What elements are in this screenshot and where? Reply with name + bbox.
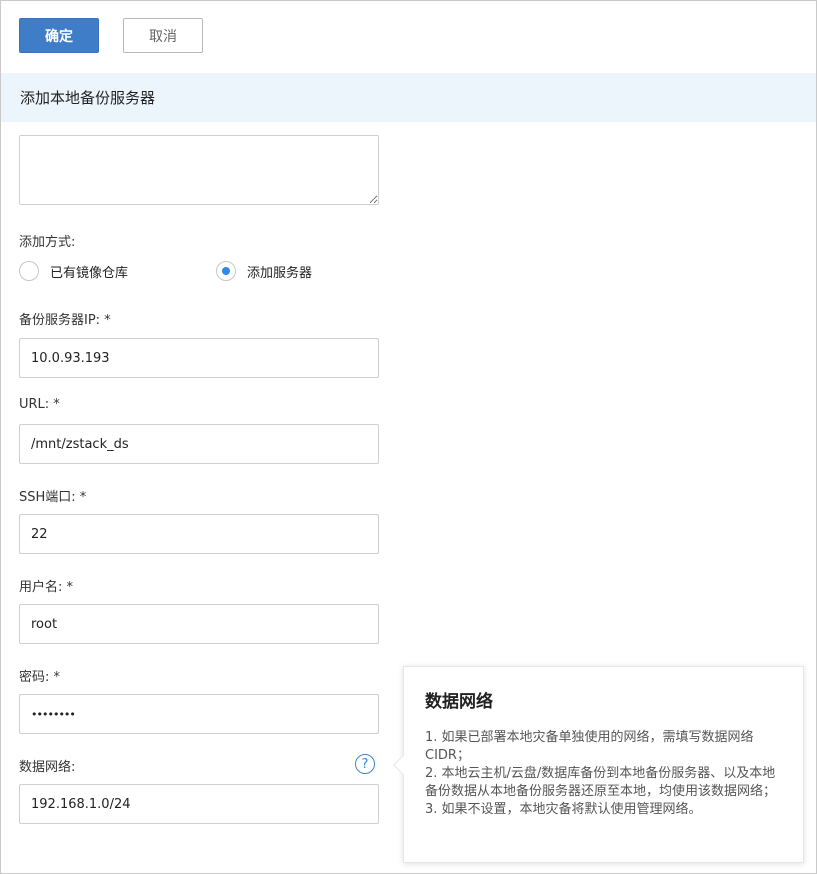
username-label: 用户名: * [19,580,74,595]
radio-label-existing: 已有镜像仓库 [50,265,129,281]
ip-label: 备份服务器IP: * [19,313,111,328]
ip-value: 10.0.93.193 [31,350,110,366]
password-input[interactable]: •••••••• [19,694,379,734]
ssh-port-value: 22 [31,526,48,542]
tooltip-line: 2. 本地云主机/云盘/数据库备份到本地备份服务器、以及本地备份数据从本地备份服… [425,766,777,799]
cancel-button[interactable]: 取消 [123,18,203,53]
section-header: 添加本地备份服务器 [1,73,816,122]
ip-input[interactable]: 10.0.93.193 [19,338,379,378]
username-value: root [31,616,58,632]
help-icon[interactable]: ? [355,754,375,774]
add-method-label: 添加方式: [19,235,76,250]
url-input[interactable]: /mnt/zstack_ds [19,424,379,464]
data-network-value: 192.168.1.0/24 [31,796,131,812]
radio-label-add-server: 添加服务器 [247,265,313,281]
section-title: 添加本地备份服务器 [20,89,156,107]
data-network-label: 数据网络: [19,760,76,775]
tooltip-line: 3. 如果不设置，本地灾备将默认使用管理网络。 [425,802,702,817]
radio-existing-image-store[interactable]: 已有镜像仓库 [19,261,128,281]
url-label: URL: * [19,397,60,412]
tooltip-body: 1. 如果已部署本地灾备单独使用的网络，需填写数据网络CIDR； 2. 本地云主… [425,729,782,819]
data-network-input[interactable]: 192.168.1.0/24 [19,784,379,824]
data-network-tooltip: 数据网络 1. 如果已部署本地灾备单独使用的网络，需填写数据网络CIDR； 2.… [393,666,804,863]
add-method-radio-group: 已有镜像仓库 添加服务器 [19,261,379,281]
ssh-port-input[interactable]: 22 [19,514,379,554]
url-value: /mnt/zstack_ds [31,436,129,452]
username-input[interactable]: root [19,604,379,644]
password-value: •••••••• [31,707,76,721]
confirm-button[interactable]: 确定 [19,18,99,53]
password-label: 密码: * [19,670,61,685]
radio-circle-unchecked[interactable] [19,261,39,281]
tooltip-line: 1. 如果已部署本地灾备单独使用的网络，需填写数据网络CIDR； [425,730,754,763]
description-textarea[interactable] [19,135,379,205]
tooltip-title: 数据网络 [425,692,493,712]
ssh-port-label: SSH端口: * [19,490,87,505]
radio-add-server[interactable]: 添加服务器 [216,261,312,281]
radio-dot [222,267,230,275]
radio-circle-checked[interactable] [216,261,236,281]
